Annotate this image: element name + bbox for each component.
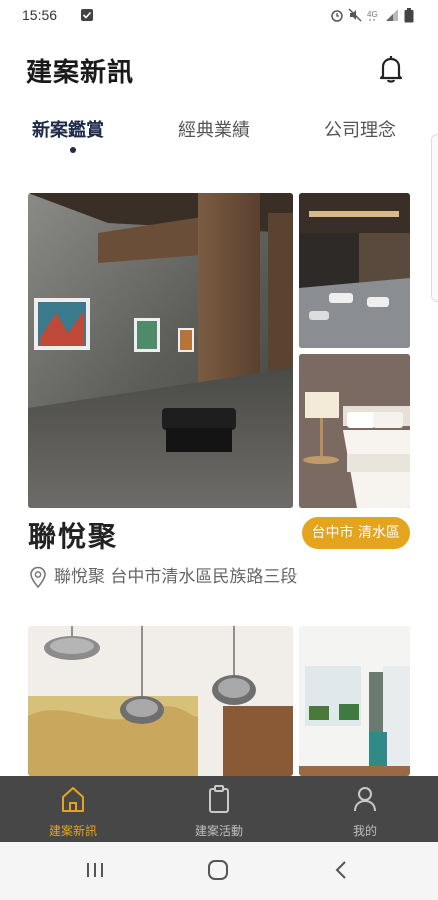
project-address: 聯悅聚 台中市清水區民族路三段 bbox=[28, 562, 297, 588]
back-icon[interactable] bbox=[332, 860, 352, 880]
tab-classic-works[interactable]: 經典業績 bbox=[178, 116, 250, 142]
svg-text:4G: 4G bbox=[367, 10, 378, 19]
bottom-nav: 建案新訊 建案活動 我的 bbox=[0, 776, 438, 842]
location-pin-icon bbox=[30, 566, 46, 588]
active-tab-indicator bbox=[70, 147, 76, 153]
tab-company-philosophy[interactable]: 公司理念 bbox=[324, 116, 396, 142]
user-icon bbox=[354, 787, 376, 812]
project-main-image[interactable] bbox=[28, 193, 293, 508]
notification-icon bbox=[81, 9, 93, 21]
project-side-image[interactable] bbox=[299, 626, 410, 776]
project-title: 聯悅聚 bbox=[28, 520, 119, 553]
region-badge: 台中市 清水區 bbox=[301, 517, 410, 549]
side-scroll-handle[interactable] bbox=[431, 134, 438, 302]
tab-bar: 新案鑑賞 經典業績 公司理念 bbox=[0, 112, 438, 156]
project-address-text: 聯悅聚 台中市清水區民族路三段 bbox=[54, 567, 298, 587]
nav-item-label: 建案活動 bbox=[194, 824, 243, 838]
recent-apps-icon[interactable] bbox=[84, 860, 106, 880]
home-icon bbox=[62, 787, 84, 812]
mute-icon bbox=[348, 8, 362, 22]
project-card[interactable]: 聯悅聚 台中市 清水區 聯悅聚 台中市清水區民族路三段 bbox=[28, 193, 410, 593]
project-bedroom-image[interactable] bbox=[299, 354, 410, 508]
battery-icon bbox=[404, 8, 414, 23]
nav-item-profile[interactable]: 我的 bbox=[292, 776, 438, 842]
bell-icon[interactable] bbox=[374, 52, 408, 86]
status-bar: 15:56 4G bbox=[0, 0, 438, 32]
home-button-icon[interactable] bbox=[207, 860, 229, 880]
signal-icon bbox=[386, 9, 398, 21]
network-4g-icon: 4G bbox=[367, 10, 378, 21]
page-title: 建案新訊 bbox=[26, 58, 135, 88]
nav-item-news[interactable]: 建案新訊 bbox=[0, 776, 146, 842]
nav-item-events[interactable]: 建案活動 bbox=[146, 776, 292, 842]
project-main-image[interactable] bbox=[28, 626, 293, 776]
project-card[interactable] bbox=[28, 626, 410, 776]
app-header: 建案新訊 bbox=[0, 40, 438, 100]
nav-item-label: 建案新訊 bbox=[48, 824, 97, 838]
tab-new-projects[interactable]: 新案鑑賞 bbox=[32, 116, 104, 142]
clipboard-icon bbox=[209, 785, 229, 813]
alarm-icon bbox=[331, 10, 343, 22]
project-lobby-image[interactable] bbox=[299, 193, 410, 348]
status-time: 15:56 bbox=[22, 7, 58, 23]
nav-item-label: 我的 bbox=[352, 824, 377, 838]
system-nav-bar bbox=[0, 842, 438, 900]
